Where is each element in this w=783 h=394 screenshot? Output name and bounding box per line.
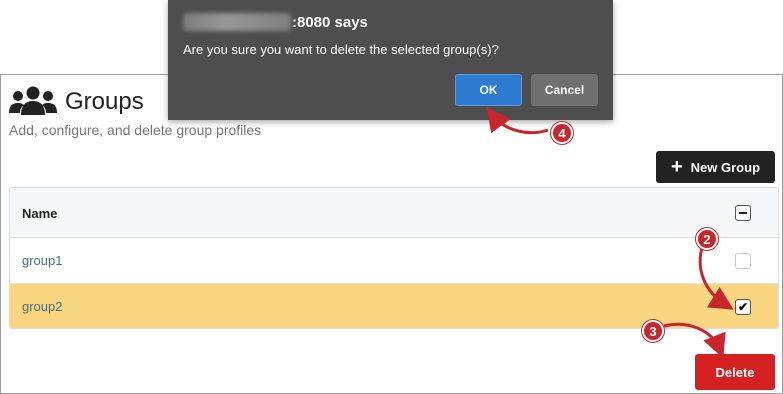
row-name-link[interactable]: group1 [22,253,62,268]
table-row-selected[interactable]: group2 ✔ [10,284,778,328]
delete-button[interactable]: Delete [695,354,775,390]
row-checkbox[interactable] [735,253,751,269]
confirm-dialog: :8080 says Are you sure you want to dele… [168,0,613,120]
plus-icon: + [670,156,683,178]
page-title: Groups [65,88,144,115]
users-icon [9,86,57,115]
select-all-checkbox[interactable] [735,205,751,221]
cancel-button[interactable]: Cancel [531,74,598,106]
dialog-origin: :8080 says [183,13,368,31]
callout-badge-4: 4 [551,122,573,144]
groups-table: Name group1 group2 ✔ [9,187,779,329]
new-group-label: New Group [690,159,761,175]
row-name-link[interactable]: group2 [22,299,62,314]
checkmark-icon: ✔ [738,300,749,314]
ok-button[interactable]: OK [455,74,522,106]
dialog-message: Are you sure you want to delete the sele… [183,42,499,57]
new-group-button[interactable]: + New Group [656,151,775,183]
callout-badge-3: 3 [642,320,664,342]
redacted-hostname [183,13,291,31]
callout-badge-2: 2 [696,228,718,250]
table-header: Name [10,188,778,238]
row-checkbox-checked[interactable]: ✔ [735,299,751,315]
column-header-name[interactable]: Name [22,206,57,221]
table-row[interactable]: group1 [10,238,778,284]
dialog-origin-suffix: :8080 says [292,13,368,31]
groups-panel: Groups Add, configure, and delete group … [0,74,783,394]
page-subtitle: Add, configure, and delete group profile… [9,122,262,138]
